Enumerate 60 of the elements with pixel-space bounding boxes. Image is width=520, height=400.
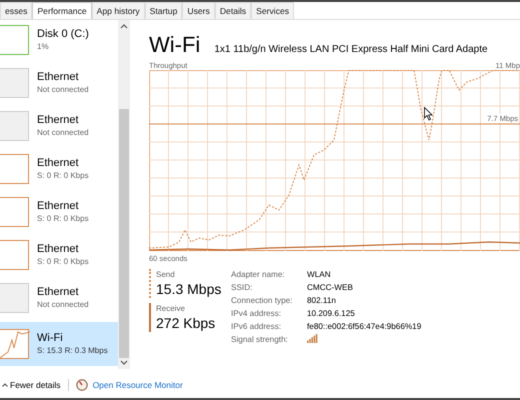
receive-label: Receive [156,303,186,314]
item-detail: 1% [37,41,50,53]
graph-thumbnail [0,111,29,141]
property-label: Signal strength: [231,334,289,346]
tab[interactable]: Performance [32,2,92,19]
item-name: Ethernet [37,113,80,127]
property-label: Connection type: [231,295,294,307]
item-detail: Not connected [37,84,89,96]
item-detail: S: 0 R: 0 Kbps [37,170,89,182]
property-value: 802.11n [307,295,337,307]
item-name: Ethernet [37,199,80,213]
graph-thumbnail [0,329,29,359]
sidebar-item[interactable]: Ethernet Not connected [0,279,118,317]
property-label: IPv6 address: [231,321,282,333]
signal-strength-icon [307,334,318,343]
property-value: fe80::e002:6f56:47e4:9b66%19 [307,321,422,333]
item-detail: S: 15.3 R: 0.3 Mbps [37,345,108,357]
property-value: 10.209.6.125 [307,308,356,320]
item-name: Wi-Fi [37,331,64,345]
scroll-down-icon[interactable] [120,360,128,366]
adapter-name: 1x1 11b/g/n Wireless LAN PCI Express Half Mini Card Adapte [214,44,488,55]
scroll-up-icon[interactable] [120,24,128,29]
tab[interactable]: esses [0,2,32,19]
sidebar-item[interactable]: Disk 0 (C:) 1% [0,21,118,59]
property-value: CMCC-WEB [307,282,354,294]
item-name: Ethernet [37,70,80,84]
sidebar-item[interactable]: Wi-Fi S: 15.3 R: 0.3 Mbps [0,322,118,366]
tab[interactable]: App history [92,2,145,19]
sidebar-item[interactable]: Ethernet S: 0 R: 0 Kbps [0,150,118,188]
tab[interactable]: Details [214,2,252,19]
open-resource-monitor-link[interactable]: Open Resource Monitor [92,380,183,390]
item-detail: S: 0 R: 0 Kbps [37,213,89,225]
item-name: Ethernet [37,156,80,170]
scrollbar[interactable] [118,20,130,370]
receive-value: 272 Kbps [156,314,216,332]
item-name: Ethernet [37,242,80,256]
mouse-pointer-icon [424,107,433,121]
page-title: Wi-Fi [149,32,200,58]
send-label: Send [156,269,176,280]
property-label: SSID: [231,282,254,294]
sidebar-item[interactable]: Ethernet S: 0 R: 0 Kbps [0,193,118,231]
graph-thumbnail [0,283,29,313]
property-label: IPv4 address: [231,308,282,320]
tab[interactable]: Services [251,2,294,19]
item-name: Ethernet [37,285,80,299]
item-name: Disk 0 (C:) [37,27,89,41]
property-value: WLAN [307,269,332,281]
gauge-icon [76,379,88,392]
tab[interactable]: Users [182,2,215,19]
fewer-details-link[interactable]: Fewer details [2,380,61,390]
sidebar-item[interactable]: Ethernet Not connected [0,64,118,102]
graph-thumbnail [0,68,29,98]
sidebar-item[interactable]: Ethernet S: 0 R: 0 Kbps [0,236,118,274]
item-detail: Not connected [37,299,89,311]
item-detail: Not connected [37,127,89,139]
item-detail: S: 0 R: 0 Kbps [37,256,89,268]
send-value: 15.3 Mbps [156,280,221,298]
sidebar-item[interactable]: Ethernet Not connected [0,107,118,145]
property-label: Adapter name: [231,269,286,281]
tab[interactable]: Startup [144,2,182,19]
